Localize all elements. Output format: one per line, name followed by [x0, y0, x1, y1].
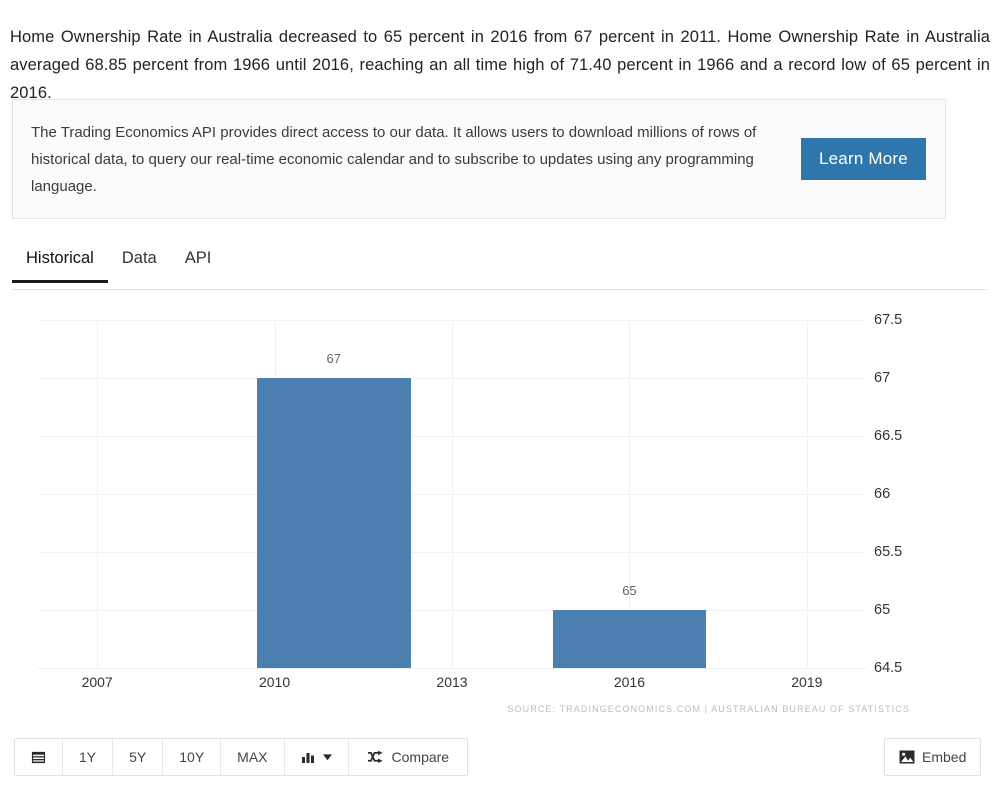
y-axis-tick-label: 67.5 [874, 312, 903, 328]
axis-baseline [38, 668, 866, 669]
bar-2016[interactable] [552, 610, 707, 668]
embed-label: Embed [922, 749, 967, 765]
range-10y-button[interactable]: 10Y [163, 739, 222, 775]
api-promo-text: The Trading Economics API provides direc… [31, 123, 757, 195]
bar-value-label: 65 [622, 583, 637, 598]
calendar-icon [31, 750, 46, 765]
calendar-range-button[interactable] [15, 739, 63, 775]
api-promo-banner: The Trading Economics API provides direc… [12, 99, 946, 219]
embed-button[interactable]: Embed [884, 738, 982, 776]
chart-source-attribution: SOURCE: TRADINGECONOMICS.COM | AUSTRALIA… [507, 704, 910, 714]
chevron-down-icon [322, 753, 332, 761]
learn-more-button[interactable]: Learn More [801, 138, 926, 180]
y-axis-tick-label: 66 [874, 486, 891, 502]
plot-area [38, 320, 866, 668]
y-axis-tick-label: 65 [874, 602, 891, 618]
tab-bar: Historical Data API [12, 245, 987, 290]
y-axis-tick-label: 66.5 [874, 428, 903, 444]
chart-type-dropdown[interactable] [284, 739, 349, 775]
page-root: Home Ownership Rate in Australia decreas… [0, 0, 1000, 802]
image-icon [899, 750, 915, 764]
bar-chart-icon [301, 750, 317, 764]
y-axis-tick-label: 65.5 [874, 544, 903, 560]
range-1y-button[interactable]: 1Y [63, 739, 114, 775]
y-axis-tick-label: 67 [874, 370, 891, 386]
y-axis-tick-label: 64.5 [874, 660, 903, 676]
shuffle-icon [367, 750, 384, 764]
bar-2011[interactable] [256, 378, 411, 668]
range-5y-button[interactable]: 5Y [113, 739, 164, 775]
tab-api[interactable]: API [171, 245, 226, 282]
compare-button[interactable]: Compare [348, 739, 468, 775]
x-axis-tick-label: 2013 [436, 674, 468, 690]
range-max-button[interactable]: MAX [221, 739, 285, 775]
x-axis-tick-label: 2019 [791, 674, 823, 690]
bar-value-label: 67 [326, 351, 341, 366]
summary-paragraph: Home Ownership Rate in Australia decreas… [10, 27, 990, 102]
x-axis-tick-label: 2007 [81, 674, 113, 690]
tab-historical[interactable]: Historical [12, 245, 108, 283]
tab-data[interactable]: Data [108, 245, 171, 282]
chart-toolbar: 1Y 5Y 10Y MAX Compare [14, 738, 469, 776]
home-ownership-rate-chart[interactable]: 67 65 67.5 67 66.5 66 65.5 65 64.5 2007 … [0, 296, 1000, 726]
x-axis-tick-label: 2016 [613, 674, 645, 690]
x-axis-tick-label: 2010 [258, 674, 291, 690]
compare-label: Compare [391, 749, 450, 765]
